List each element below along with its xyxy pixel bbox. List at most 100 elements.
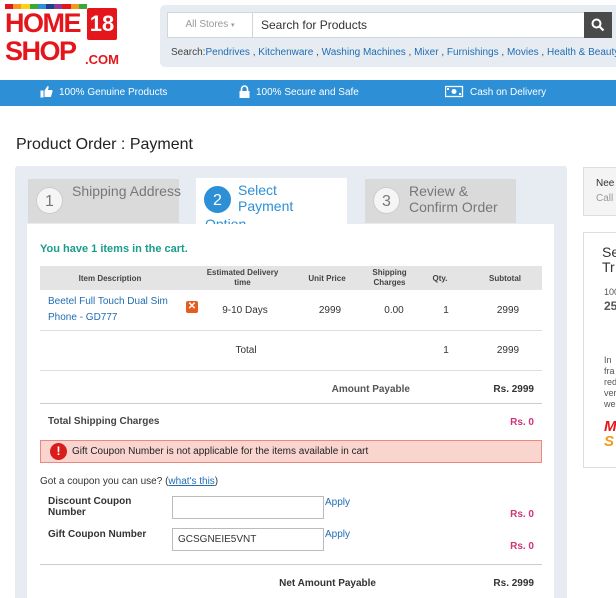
tr-text: Tr — [602, 259, 615, 275]
homeshop18-logo[interactable]: HOME SHOP 18 .COM — [5, 4, 119, 70]
col-delivery-time: Estimated Delivery time — [206, 268, 279, 287]
genuine-products-label: 100% Genuine Products — [59, 87, 168, 98]
coupon-question-close: ) — [214, 476, 219, 487]
total-subtotal: 2999 — [496, 345, 520, 356]
step-number: 2 — [204, 186, 231, 213]
secure-safe-item: 100% Secure and Safe — [239, 80, 359, 106]
seller-trust-box: Se Tr 100 25 Infraredverwe M S — [583, 232, 616, 468]
quick-search-link[interactable]: Kitchenware — [258, 47, 313, 58]
divider — [40, 370, 542, 371]
gift-coupon-input[interactable]: GCSGNEIE5VNT — [172, 528, 324, 551]
call-text: Call — [596, 193, 614, 204]
remove-item-button[interactable]: ✕ — [186, 301, 198, 313]
quick-search-link[interactable]: Movies — [507, 47, 539, 58]
logo-bar-segment — [78, 4, 88, 9]
col-shipping-charges: Shipping Charges — [372, 268, 407, 287]
shipping-charges-value: Rs. 0 — [510, 417, 534, 428]
ms-logo: M S — [604, 418, 616, 450]
link-separator: , — [438, 47, 447, 58]
store-selector-label: All Stores — [185, 19, 229, 30]
col-subtotal: Subtotal — [489, 274, 521, 283]
gift-apply-link[interactable]: Apply — [325, 529, 350, 540]
step-number: 1 — [36, 187, 63, 214]
row-subtotal: 2999 — [496, 305, 520, 316]
total-qty: 1 — [443, 345, 449, 356]
coupon-question-text: Got a coupon you can use? ( — [40, 476, 169, 487]
cart-count-message: You have 1 items in the cart. — [40, 243, 188, 255]
coupon-question: Got a coupon you can use? (what's this) — [40, 476, 218, 487]
discount-amount: Rs. 0 — [510, 509, 534, 520]
quick-search-link[interactable]: Mixer — [414, 47, 438, 58]
logo-home-text: HOME — [5, 8, 82, 38]
col-unit-price: Unit Price — [308, 274, 346, 283]
error-icon: ! — [50, 443, 67, 460]
step-label: Select Payment — [238, 182, 294, 214]
cart-msg-prefix: You have — [40, 243, 92, 255]
amount-payable-label: Amount Payable — [331, 384, 410, 395]
step-review-confirm[interactable]: 3 Review & Confirm Order — [365, 179, 516, 223]
sidebar-text-line: ver — [604, 388, 616, 398]
discount-apply-link[interactable]: Apply — [325, 497, 350, 508]
total-label: Total — [235, 345, 257, 356]
gift-coupon-label: Gift Coupon Number — [48, 529, 147, 540]
logo-18-badge: 18 — [87, 8, 117, 40]
quick-search-link[interactable]: Washing Machines — [322, 47, 406, 58]
gift-amount: Rs. 0 — [510, 541, 534, 552]
row-shipping: 0.00 — [384, 305, 404, 316]
step-label: Review & Confirm Order — [409, 183, 498, 215]
sidebar-info-text: In fra red ver we — [604, 355, 616, 410]
error-text: Gift Coupon Number is not applicable for… — [72, 446, 369, 457]
net-amount-label: Net Amount Payable — [279, 578, 376, 589]
row-qty: 1 — [443, 305, 449, 316]
cart-msg-suffix: items in the cart. — [97, 243, 188, 255]
row-price: 2999 — [318, 305, 342, 316]
cash-icon — [444, 85, 464, 98]
thumbs-up-icon — [40, 85, 53, 98]
divider — [40, 564, 542, 565]
logo-com-text: .COM — [85, 52, 119, 67]
search-input[interactable]: Search for Products — [253, 12, 585, 38]
quick-search-label: Search: — [171, 47, 206, 58]
logo-shop-text: SHOP — [5, 36, 77, 66]
divider — [40, 330, 542, 331]
divider — [40, 403, 542, 404]
whats-this-link[interactable]: what's this — [168, 476, 214, 487]
need-help-box: Nee Call — [583, 167, 616, 216]
sidebar-text-line: red — [604, 377, 616, 387]
step-number: 3 — [373, 187, 400, 214]
sidebar-text-line: fra — [604, 366, 615, 376]
quick-search-link[interactable]: Health & Beauty — [547, 47, 616, 58]
step-shipping-address[interactable]: 1 Shipping Address — [28, 179, 181, 223]
dropdown-arrow-icon: ▾ — [231, 22, 235, 29]
cash-on-delivery-item: Cash on Delivery — [444, 80, 547, 106]
search-button[interactable] — [584, 12, 612, 38]
quick-search-link[interactable]: Furnishings — [447, 47, 499, 58]
trust-bar: 100% Genuine Products 100% Secure and Sa… — [0, 80, 616, 106]
cart-table-header: Item Description Estimated Delivery time… — [40, 266, 542, 290]
n100-text: 100 — [604, 287, 616, 297]
store-selector[interactable]: All Stores ▾ — [167, 12, 253, 38]
need-help-text: Nee — [596, 178, 615, 189]
sidebar-text-line: In — [604, 355, 612, 365]
step-select-payment[interactable]: 2 Select Payment Option — [196, 178, 347, 232]
quick-search-links: Search:Pendrives , Kitchenware , Washing… — [171, 47, 616, 58]
discount-coupon-input[interactable] — [172, 496, 324, 519]
col-item-description: Item Description — [78, 274, 142, 283]
n25-text: 25 — [604, 299, 616, 313]
quick-search-link[interactable]: Pendrives — [205, 47, 249, 58]
net-amount-value: Rs. 2999 — [493, 578, 534, 589]
row-delivery: 9-10 Days — [222, 305, 268, 316]
secure-safe-label: 100% Secure and Safe — [256, 87, 359, 98]
link-separator: , — [498, 47, 507, 58]
lock-icon — [239, 85, 250, 98]
se-text: Se — [602, 244, 616, 260]
link-separator: , — [538, 47, 547, 58]
discount-coupon-label: Discount Coupon Number — [48, 496, 132, 518]
product-link[interactable]: Beetel Full Touch Dual Sim Phone - GD777 — [48, 294, 178, 326]
step-label: Shipping Address — [72, 183, 181, 199]
coupon-error-message: ! Gift Coupon Number is not applicable f… — [40, 440, 542, 463]
search-icon — [591, 18, 605, 32]
link-separator: , — [313, 47, 322, 58]
sidebar-text-line: we — [604, 399, 616, 409]
cash-on-delivery-label: Cash on Delivery — [470, 87, 547, 98]
